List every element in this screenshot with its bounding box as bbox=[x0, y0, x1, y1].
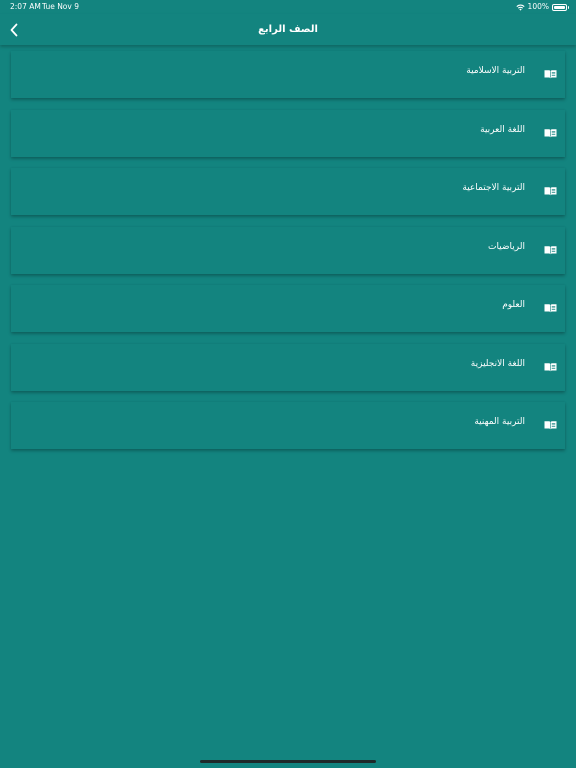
book-icon bbox=[544, 245, 557, 254]
subject-item-islamic-education[interactable]: التربية الاسلامية bbox=[11, 51, 565, 98]
subject-label: العلوم bbox=[502, 300, 525, 310]
book-icon bbox=[544, 304, 557, 313]
book-icon bbox=[544, 187, 557, 196]
book-icon bbox=[544, 128, 557, 137]
navigation-bar: الصف الرابع bbox=[0, 14, 576, 45]
subject-item-science[interactable]: العلوم bbox=[11, 285, 565, 332]
subject-list: التربية الاسلامية اللغة العربية التربية … bbox=[11, 51, 565, 461]
subject-item-mathematics[interactable]: الرياضيات bbox=[11, 226, 565, 274]
subject-label: التربية المهنية bbox=[474, 417, 525, 427]
subject-label: اللغة العربية bbox=[480, 124, 525, 135]
book-icon bbox=[544, 421, 557, 430]
home-indicator[interactable] bbox=[200, 760, 376, 763]
subject-item-social-studies[interactable]: التربية الاجتماعية bbox=[11, 168, 565, 215]
subject-label: التربية الاجتماعية bbox=[462, 183, 525, 193]
book-icon bbox=[544, 362, 557, 371]
status-date: Tue Nov 9 bbox=[42, 2, 79, 11]
subject-label: الرياضيات bbox=[487, 241, 525, 252]
status-time: 2:07 AM bbox=[10, 2, 41, 11]
subject-item-english-language[interactable]: اللغة الانجليزية bbox=[11, 343, 565, 391]
status-bar: 2:07 AM Tue Nov 9 100% bbox=[0, 0, 576, 14]
subject-label: اللغة الانجليزية bbox=[470, 358, 525, 369]
book-icon bbox=[544, 70, 557, 79]
battery-percent: 100% bbox=[527, 2, 549, 11]
page-title: الصف الرابع bbox=[258, 24, 318, 35]
wifi-icon bbox=[515, 4, 525, 11]
subject-label: التربية الاسلامية bbox=[466, 66, 525, 76]
status-indicators: 100% bbox=[515, 0, 569, 14]
subject-item-arabic-language[interactable]: اللغة العربية bbox=[11, 109, 565, 157]
battery-icon bbox=[552, 3, 569, 11]
subject-item-vocational-education[interactable]: التربية المهنية bbox=[11, 402, 565, 449]
